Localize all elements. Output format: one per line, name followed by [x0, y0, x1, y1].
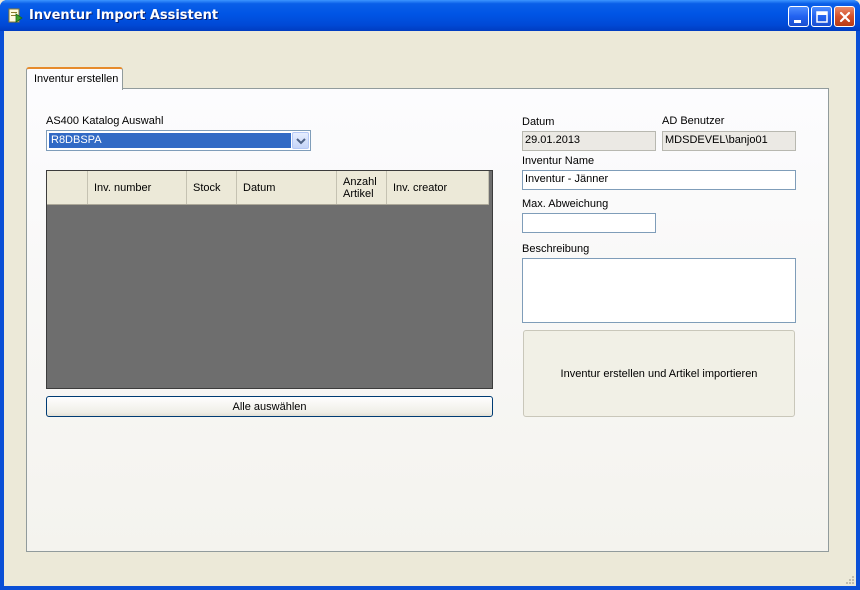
- inventory-grid[interactable]: Inv. number Stock Datum Anzahl Artikel I…: [46, 170, 493, 389]
- column-stock[interactable]: Stock: [187, 171, 237, 204]
- datum-field: 29.01.2013: [522, 131, 656, 151]
- column-inv-creator[interactable]: Inv. creator: [387, 171, 489, 204]
- select-all-label: Alle auswählen: [232, 400, 307, 413]
- resize-grip-icon[interactable]: [844, 574, 854, 584]
- app-import-icon: [8, 8, 23, 23]
- column-inv-number[interactable]: Inv. number: [88, 171, 187, 204]
- inventur-name-input[interactable]: Inventur - Jänner: [522, 170, 796, 190]
- catalog-label: AS400 Katalog Auswahl: [46, 115, 164, 127]
- maximize-button[interactable]: [811, 6, 832, 27]
- close-button[interactable]: [834, 6, 855, 27]
- dropdown-button[interactable]: [292, 132, 309, 149]
- catalog-dropdown[interactable]: R8DBSPA: [46, 130, 311, 151]
- column-anzahl-artikel[interactable]: Anzahl Artikel: [337, 171, 387, 204]
- ad-user-field: MDSDEVEL\banjo01: [662, 131, 796, 151]
- minimize-icon: [794, 20, 801, 23]
- beschreibung-label: Beschreibung: [522, 243, 590, 255]
- chevron-down-icon: [296, 138, 306, 145]
- max-abweichung-label: Max. Abweichung: [522, 198, 609, 210]
- column-datum[interactable]: Datum: [237, 171, 337, 204]
- beschreibung-input[interactable]: [522, 258, 796, 323]
- ad-user-label: AD Benutzer: [662, 115, 725, 127]
- maximize-icon: [816, 11, 828, 23]
- close-icon: [839, 11, 851, 23]
- create-import-label: Inventur erstellen und Artikel importier…: [560, 367, 758, 380]
- tab-inventur-erstellen[interactable]: Inventur erstellen: [26, 67, 123, 90]
- create-import-button[interactable]: Inventur erstellen und Artikel importier…: [523, 330, 795, 417]
- inventur-name-label: Inventur Name: [522, 155, 595, 167]
- catalog-selected-value: R8DBSPA: [49, 133, 291, 148]
- title-bar[interactable]: Inventur Import Assistent: [0, 0, 860, 31]
- grid-row-header-column: [47, 171, 88, 204]
- datum-label: Datum: [522, 116, 555, 128]
- select-all-button[interactable]: Alle auswählen: [46, 396, 493, 417]
- window-title: Inventur Import Assistent: [29, 8, 219, 23]
- minimize-button[interactable]: [788, 6, 809, 27]
- max-abweichung-input[interactable]: [522, 213, 656, 233]
- tab-label: Inventur erstellen: [34, 73, 119, 85]
- grid-header: Inv. number Stock Datum Anzahl Artikel I…: [47, 171, 489, 205]
